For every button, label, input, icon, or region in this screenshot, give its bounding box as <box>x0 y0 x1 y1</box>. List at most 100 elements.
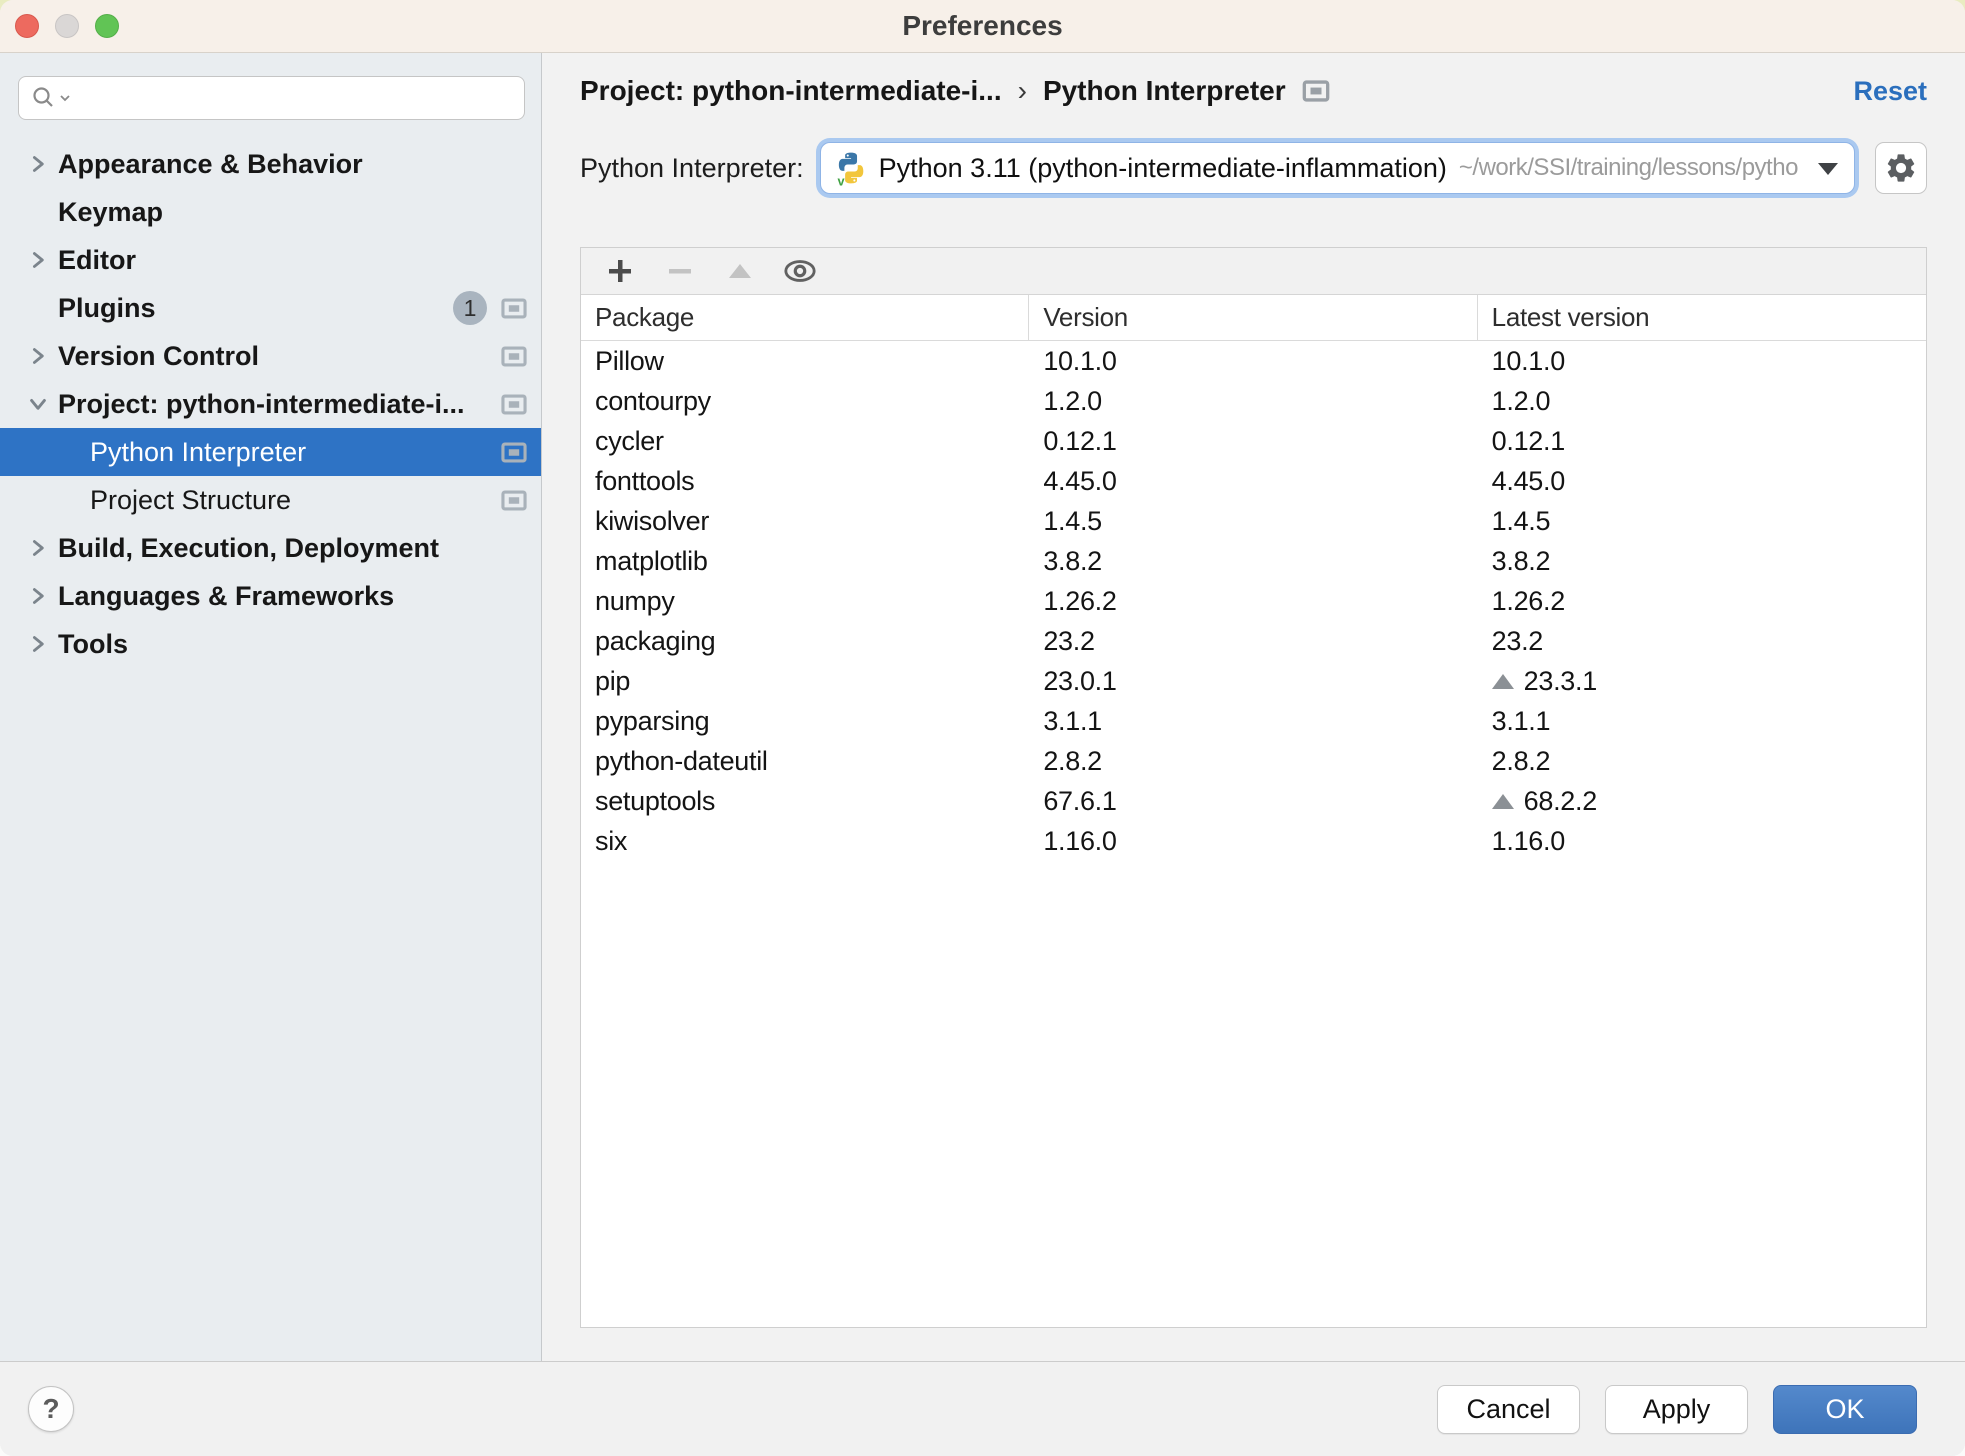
settings-search-input[interactable] <box>71 82 514 114</box>
settings-search-box[interactable] <box>18 76 525 120</box>
gear-icon <box>1884 151 1918 185</box>
package-panel: Package Version Latest version Pillow 10… <box>580 247 1927 1328</box>
chevron-icon <box>26 538 50 558</box>
chevron-icon <box>26 394 50 414</box>
sidebar-item-version-control[interactable]: Version Control <box>0 332 541 380</box>
sidebar-item-label: Appearance & Behavior <box>58 148 363 179</box>
package-cell: numpy <box>595 585 675 616</box>
sidebar-item-plugins[interactable]: Plugins 1 <box>0 284 541 332</box>
eye-icon <box>784 260 816 282</box>
cancel-button[interactable]: Cancel <box>1437 1384 1580 1434</box>
table-row[interactable]: packaging 23.2 23.2 <box>581 621 1926 661</box>
latest-version-cell: 23.2 <box>1491 625 1544 656</box>
screen-marker-icon <box>501 393 527 415</box>
latest-version-cell: 2.8.2 <box>1491 745 1551 776</box>
minus-icon <box>669 269 691 274</box>
show-early-releases-button[interactable] <box>783 254 817 288</box>
dropdown-caret-icon <box>1818 163 1838 175</box>
chevron-icon <box>26 634 50 654</box>
latest-version-cell: 1.16.0 <box>1491 825 1566 856</box>
column-header-version: Version <box>1029 295 1478 340</box>
package-table-header: Package Version Latest version <box>581 295 1926 341</box>
sidebar-item-appearance-behavior[interactable]: Appearance & Behavior <box>0 140 541 188</box>
latest-version-cell: 1.26.2 <box>1491 585 1566 616</box>
search-caret-icon <box>60 95 70 102</box>
sidebar-item-project-structure[interactable]: Project Structure <box>0 476 541 524</box>
add-package-button[interactable] <box>603 254 637 288</box>
version-cell: 3.1.1 <box>1043 705 1102 736</box>
sidebar-item-editor[interactable]: Editor <box>0 236 541 284</box>
apply-button[interactable]: Apply <box>1605 1384 1748 1434</box>
count-badge: 1 <box>453 291 487 325</box>
remove-package-button[interactable] <box>663 254 697 288</box>
version-cell: 0.12.1 <box>1043 425 1117 456</box>
version-cell: 1.26.2 <box>1043 585 1117 616</box>
sidebar-item-label: Languages & Frameworks <box>58 580 395 611</box>
table-row[interactable]: kiwisolver 1.4.5 1.4.5 <box>581 501 1926 541</box>
sidebar-item-languages-frameworks[interactable]: Languages & Frameworks <box>0 572 541 620</box>
version-cell: 2.8.2 <box>1043 745 1102 776</box>
package-cell: matplotlib <box>595 545 708 576</box>
table-row[interactable]: contourpy 1.2.0 1.2.0 <box>581 381 1926 421</box>
version-cell: 1.2.0 <box>1043 385 1102 416</box>
column-header-latest-version: Latest version <box>1491 302 1650 332</box>
settings-sidebar: Appearance & Behavior Keymap Editor Plug… <box>0 53 542 1361</box>
dialog-buttons: Cancel Apply OK <box>1437 1384 1917 1434</box>
window-title: Preferences <box>902 10 1063 41</box>
interpreter-select[interactable]: v Python 3.11 (python-intermediate-infla… <box>819 142 1855 194</box>
breadcrumb: Project: python-intermediate-i... › Pyth… <box>580 68 1927 114</box>
chevron-icon <box>26 586 50 606</box>
sidebar-item-label: Tools <box>58 628 128 659</box>
chevron-icon <box>26 346 50 366</box>
upgrade-icon <box>729 264 751 278</box>
table-row[interactable]: six 1.16.0 1.16.0 <box>581 821 1926 861</box>
sidebar-item-build-execution-deployment[interactable]: Build, Execution, Deployment <box>0 524 541 572</box>
python-icon: v <box>833 150 869 186</box>
table-row[interactable]: Pillow 10.1.0 10.1.0 <box>581 341 1926 381</box>
sidebar-item-project-python-intermediate-i[interactable]: Project: python-intermediate-i... <box>0 380 541 428</box>
version-cell: 3.8.2 <box>1043 545 1102 576</box>
latest-version-cell: 23.3.1 <box>1478 661 1926 701</box>
reset-link[interactable]: Reset <box>1853 76 1927 107</box>
latest-version-cell: 1.2.0 <box>1491 385 1551 416</box>
package-cell: fonttools <box>595 465 695 496</box>
upgrade-arrow-icon <box>1491 673 1514 689</box>
latest-version-cell: 1.4.5 <box>1491 505 1551 536</box>
interpreter-settings-button[interactable] <box>1875 142 1927 194</box>
latest-version-cell: 0.12.1 <box>1491 425 1566 456</box>
sidebar-item-label: Keymap <box>58 196 164 227</box>
table-row[interactable]: setuptools 67.6.1 68.2.2 <box>581 781 1926 821</box>
table-row[interactable]: cycler 0.12.1 0.12.1 <box>581 421 1926 461</box>
version-cell: 10.1.0 <box>1043 345 1117 376</box>
table-row[interactable]: fonttools 4.45.0 4.45.0 <box>581 461 1926 501</box>
breadcrumb-page: Python Interpreter <box>1042 75 1286 106</box>
interpreter-value: Python 3.11 (python-intermediate-inflamm… <box>878 152 1447 183</box>
titlebar: Preferences <box>0 0 1965 53</box>
screen-marker-icon <box>501 345 527 367</box>
package-cell: packaging <box>595 625 716 656</box>
ok-button[interactable]: OK <box>1773 1384 1917 1434</box>
package-cell: Pillow <box>595 345 664 376</box>
version-cell: 23.2 <box>1043 625 1095 656</box>
main-area: Appearance & Behavior Keymap Editor Plug… <box>0 53 1965 1361</box>
package-cell: contourpy <box>595 385 711 416</box>
upgrade-package-button[interactable] <box>723 254 757 288</box>
chevron-icon <box>26 250 50 270</box>
table-row[interactable]: numpy 1.26.2 1.26.2 <box>581 581 1926 621</box>
sidebar-item-tools[interactable]: Tools <box>0 620 541 668</box>
sidebar-item-label: Project: python-intermediate-i... <box>58 388 465 419</box>
sidebar-item-keymap[interactable]: Keymap <box>0 188 541 236</box>
package-table-body: Pillow 10.1.0 10.1.0 contourpy 1.2.0 1.2… <box>581 341 1926 1327</box>
sidebar-item-label: Plugins <box>58 292 156 323</box>
sidebar-item-python-interpreter[interactable]: Python Interpreter <box>0 428 541 476</box>
table-row[interactable]: pip 23.0.1 23.3.1 <box>581 661 1926 701</box>
settings-nav: Appearance & Behavior Keymap Editor Plug… <box>0 140 541 668</box>
help-button[interactable]: ? <box>28 1386 74 1432</box>
table-row[interactable]: matplotlib 3.8.2 3.8.2 <box>581 541 1926 581</box>
package-cell: six <box>595 825 628 856</box>
column-header-package: Package <box>581 295 1030 340</box>
package-cell: cycler <box>595 425 664 456</box>
version-cell: 23.0.1 <box>1043 665 1117 696</box>
table-row[interactable]: python-dateutil 2.8.2 2.8.2 <box>581 741 1926 781</box>
table-row[interactable]: pyparsing 3.1.1 3.1.1 <box>581 701 1926 741</box>
